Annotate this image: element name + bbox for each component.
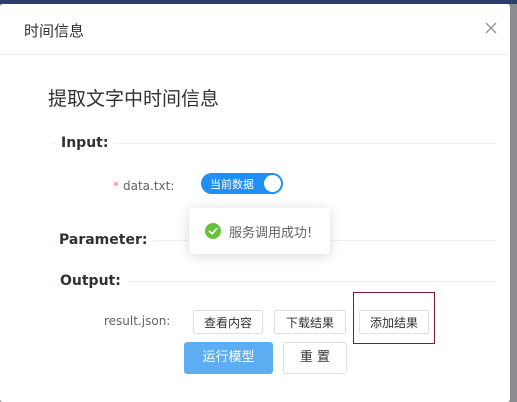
parameter-section-title: Parameter: xyxy=(53,232,154,248)
data-txt-label: * data.txt: xyxy=(113,179,174,193)
dialog-title: 时间信息 xyxy=(24,22,85,40)
download-result-button[interactable]: 下载结果 xyxy=(274,310,346,334)
input-divider xyxy=(52,143,496,144)
page-title: 提取文字中时间信息 xyxy=(48,88,220,110)
close-icon xyxy=(485,22,497,34)
reset-button[interactable]: 重 置 xyxy=(283,342,347,374)
close-button[interactable] xyxy=(483,20,499,36)
highlight-box xyxy=(353,292,435,344)
data-txt-label-text: data.txt: xyxy=(123,179,175,193)
current-data-switch[interactable]: 当前数据 xyxy=(201,173,283,194)
check-circle-icon xyxy=(205,223,221,239)
success-toast: 服务调用成功! xyxy=(189,208,330,254)
view-content-button[interactable]: 查看内容 xyxy=(193,310,263,334)
required-mark: * xyxy=(113,179,119,193)
input-section-title: Input: xyxy=(55,135,115,151)
run-model-button[interactable]: 运行模型 xyxy=(184,342,273,374)
toast-message: 服务调用成功! xyxy=(229,226,313,241)
output-section-title: Output: xyxy=(54,273,127,289)
result-json-label: result.json: xyxy=(104,314,171,328)
switch-label: 当前数据 xyxy=(210,178,254,191)
dialog-header: 时间信息 xyxy=(0,4,510,55)
switch-knob xyxy=(264,175,281,192)
